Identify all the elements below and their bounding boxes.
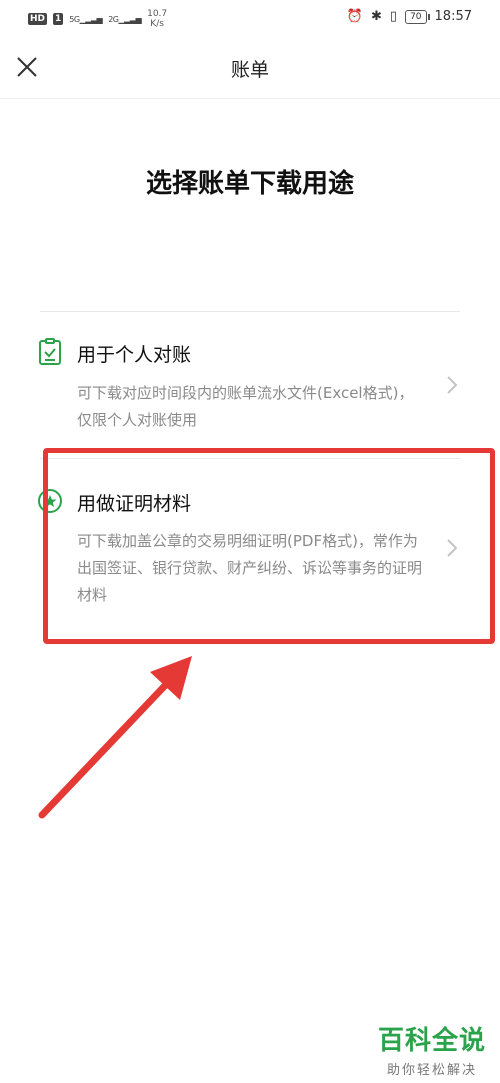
vibrate-icon: ▯	[389, 9, 398, 24]
signal-label-2: 2G	[108, 14, 119, 24]
alarm-icon: ⏰	[346, 9, 364, 24]
option-title: 用做证明材料	[77, 493, 192, 515]
nav-bar: 账单	[0, 36, 500, 98]
clock: 18:57	[434, 9, 472, 24]
nav-divider	[0, 98, 500, 99]
signal-icon-2: 2G▁▂▃▅	[108, 14, 142, 24]
status-right: ⏰ ✱ ▯ 70 18:57	[347, 9, 472, 24]
page-title: 账单	[230, 59, 269, 81]
status-left: HD 1 5G▁▂▃▅ 2G▁▂▃▅ 10.7 K/s	[28, 9, 167, 29]
signal-label-1: 5G	[69, 14, 80, 24]
watermark-logo: 百科全说 助你轻松解决	[378, 1020, 486, 1078]
bluetooth-icon: ✱	[371, 9, 382, 24]
chevron-right-icon	[447, 539, 458, 557]
option-description: 可下载对应时间段内的账单流水文件(Excel格式)，仅限个人对账使用	[77, 384, 414, 429]
watermark-title: 百科全说	[377, 1026, 486, 1056]
chevron-right-icon	[447, 376, 458, 394]
option-proof-material[interactable]: 用做证明材料 可下载加盖公章的交易明细证明(PDF格式)，常作为出国签证、银行贷…	[0, 459, 500, 639]
sim-badge: 1	[53, 13, 64, 25]
option-title: 用于个人对账	[77, 344, 192, 366]
document-check-icon	[39, 338, 61, 365]
option-personal-reconcile[interactable]: 用于个人对账 可下载对应时间段内的账单流水文件(Excel格式)，仅限个人对账使…	[0, 312, 500, 458]
hd-badge: HD	[28, 13, 48, 25]
battery-icon: 70	[405, 9, 431, 24]
speed-unit: K/s	[150, 19, 164, 29]
option-description: 可下载加盖公章的交易明细证明(PDF格式)，常作为出国签证、银行贷款、财产纠纷、…	[77, 532, 423, 604]
network-speed: 10.7 K/s	[147, 9, 167, 29]
watermark-subtitle: 助你轻松解决	[386, 1063, 477, 1078]
status-bar: HD 1 5G▁▂▃▅ 2G▁▂▃▅ 10.7 K/s ⏰ ✱ ▯ 70 18:…	[0, 0, 500, 36]
page-heading: 选择账单下载用途	[145, 169, 354, 199]
speed-value: 10.7	[147, 9, 168, 19]
seal-icon	[38, 489, 62, 513]
signal-icon: 5G▁▂▃▅	[69, 14, 103, 24]
